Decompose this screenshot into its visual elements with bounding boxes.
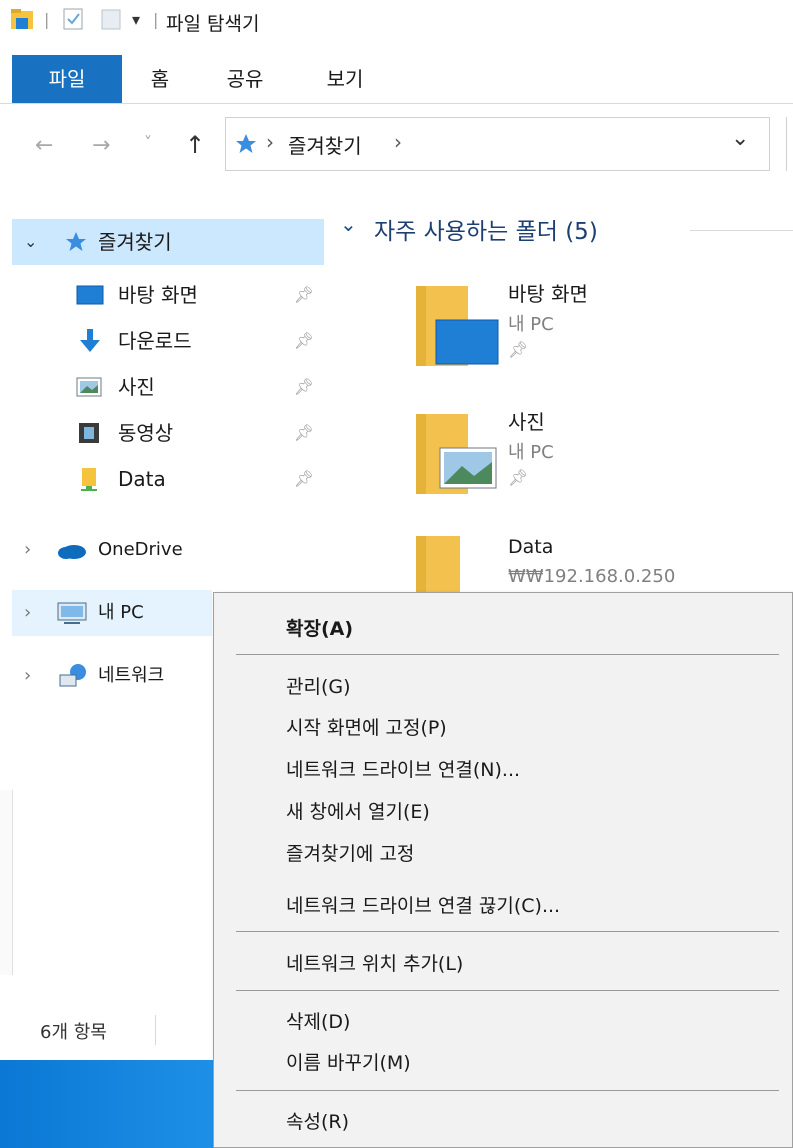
menu-item-map-drive[interactable]: 네트워크 드라이브 연결(N)... <box>286 755 520 782</box>
desktop-icon <box>76 285 104 305</box>
breadcrumb-separator[interactable]: › <box>266 130 274 154</box>
pane-edge <box>0 790 13 975</box>
refresh-button-edge[interactable] <box>786 117 793 171</box>
folder-name: 사진 <box>508 410 545 434</box>
folder-tile-desktop[interactable]: 바탕 화면 내 PC 📌︎ <box>410 276 793 376</box>
qa-separator: | <box>44 10 50 29</box>
folder-location: ₩₩192.168.0.250 <box>508 566 676 587</box>
download-icon <box>80 329 100 352</box>
menu-separator <box>236 1090 779 1091</box>
nav-item-label: 네트워크 <box>98 665 165 686</box>
breadcrumb-quick-access[interactable]: 즐겨찾기 <box>288 130 362 159</box>
menu-separator <box>236 931 779 932</box>
tab-home[interactable]: 홈 <box>130 55 190 103</box>
folder-tile-pictures[interactable]: 사진 내 PC 📌︎ <box>410 404 793 504</box>
chevron-right-icon[interactable]: › <box>24 653 31 699</box>
nav-item-downloads[interactable]: 다운로드 📌︎ <box>12 318 324 364</box>
nav-item-label: 바탕 화면 <box>118 283 198 307</box>
menu-item-disconnect-drive[interactable]: 네트워크 드라이브 연결 끊기(C)... <box>286 891 560 918</box>
pin-icon: 📌︎ <box>293 469 314 488</box>
cloud-icon <box>58 545 86 559</box>
back-button[interactable]: ← <box>35 133 53 158</box>
pin-icon: 📌︎ <box>508 468 529 487</box>
pin-icon: 📌︎ <box>293 331 314 350</box>
menu-separator <box>236 654 779 655</box>
nav-quick-access[interactable]: ⌄ 즐겨찾기 <box>12 219 324 265</box>
tab-share[interactable]: 공유 <box>210 55 280 103</box>
desktop-background <box>0 1060 213 1148</box>
chevron-down-icon[interactable]: ⌄ <box>340 212 357 236</box>
pin-icon: 📌︎ <box>508 340 529 359</box>
nav-item-label: Data <box>118 467 166 491</box>
video-icon <box>79 423 99 443</box>
chevron-right-icon[interactable]: › <box>24 527 31 573</box>
pin-icon: 📌︎ <box>293 423 314 442</box>
status-item-count: 6개 항목 <box>40 1022 107 1043</box>
nav-item-label: OneDrive <box>98 539 183 560</box>
properties-quick-icon[interactable] <box>62 7 84 31</box>
star-icon <box>236 134 256 153</box>
computer-icon <box>57 602 87 624</box>
menu-item-add-network-location[interactable]: 네트워크 위치 추가(L) <box>286 949 463 976</box>
pictures-icon <box>76 377 102 397</box>
address-dropdown-icon[interactable]: ⌄ <box>731 126 749 151</box>
explorer-app-icon <box>11 9 33 29</box>
network-icon <box>59 664 86 687</box>
context-menu: 확장(A) 관리(G) 시작 화면에 고정(P) 네트워크 드라이브 연결(N)… <box>213 592 793 1148</box>
nav-item-videos[interactable]: 동영상 📌︎ <box>12 410 324 456</box>
tab-view[interactable]: 보기 <box>310 55 380 103</box>
network-drive-icon <box>81 468 97 491</box>
nav-item-data[interactable]: Data 📌︎ <box>12 456 324 502</box>
folder-name: Data <box>508 536 554 558</box>
folder-desktop-icon <box>416 286 499 366</box>
nav-item-pictures[interactable]: 사진 📌︎ <box>12 364 324 410</box>
status-divider <box>155 1015 156 1045</box>
section-divider <box>690 230 793 231</box>
title-bar: | ▾ | 파일 탐색기 <box>0 0 793 50</box>
folder-name: 바탕 화면 <box>508 282 588 306</box>
up-button[interactable]: ↑ <box>185 131 205 159</box>
star-icon <box>66 232 86 251</box>
menu-item-rename[interactable]: 이름 바꾸기(M) <box>286 1048 411 1075</box>
menu-item-pin-quick-access[interactable]: 즐겨찾기에 고정 <box>286 839 414 866</box>
menu-item-manage[interactable]: 관리(G) <box>286 672 351 699</box>
folder-data-icon <box>416 536 460 594</box>
new-folder-quick-icon[interactable] <box>100 7 122 31</box>
qa-dropdown-icon[interactable]: ▾ <box>132 10 140 29</box>
folder-location: 내 PC <box>508 442 554 463</box>
menu-item-properties[interactable]: 속성(R) <box>286 1107 349 1134</box>
forward-button[interactable]: → <box>92 133 110 158</box>
recent-locations-button[interactable]: ˅ <box>144 133 152 152</box>
pin-icon: 📌︎ <box>293 285 314 304</box>
section-title: 자주 사용하는 폴더 (5) <box>374 219 598 245</box>
nav-item-desktop[interactable]: 바탕 화면 📌︎ <box>12 272 324 318</box>
menu-separator <box>236 990 779 991</box>
chevron-down-icon[interactable]: ⌄ <box>24 219 37 265</box>
nav-this-pc[interactable]: › 내 PC <box>12 590 212 636</box>
address-bar[interactable]: › 즐겨찾기 › ⌄ <box>225 117 770 171</box>
menu-item-open-new-window[interactable]: 새 창에서 열기(E) <box>286 797 430 824</box>
nav-network[interactable]: › 네트워크 <box>12 653 212 699</box>
nav-item-label: 다운로드 <box>118 329 192 353</box>
ribbon-tabs: 파일 홈 공유 보기 <box>0 55 793 104</box>
menu-item-pin-start[interactable]: 시작 화면에 고정(P) <box>286 713 447 740</box>
qa-separator: | <box>153 10 159 29</box>
section-header-frequent[interactable]: ⌄ 자주 사용하는 폴더 (5) <box>340 210 793 250</box>
pin-icon: 📌︎ <box>293 377 314 396</box>
nav-item-label: 사진 <box>118 375 155 399</box>
nav-onedrive[interactable]: › OneDrive <box>12 527 324 573</box>
nav-item-label: 즐겨찾기 <box>98 230 172 254</box>
menu-item-delete[interactable]: 삭제(D) <box>286 1007 350 1034</box>
tab-file[interactable]: 파일 <box>12 55 122 103</box>
folder-location: 내 PC <box>508 314 554 335</box>
nav-item-label: 내 PC <box>98 602 144 623</box>
menu-item-expand[interactable]: 확장(A) <box>286 614 353 641</box>
folder-pictures-icon <box>416 414 497 494</box>
window-title: 파일 탐색기 <box>166 13 260 35</box>
chevron-right-icon[interactable]: › <box>24 590 31 636</box>
nav-item-label: 동영상 <box>118 421 174 445</box>
breadcrumb-separator[interactable]: › <box>394 130 402 154</box>
folder-tile-data[interactable]: Data ₩₩192.168.0.250 <box>410 532 793 594</box>
